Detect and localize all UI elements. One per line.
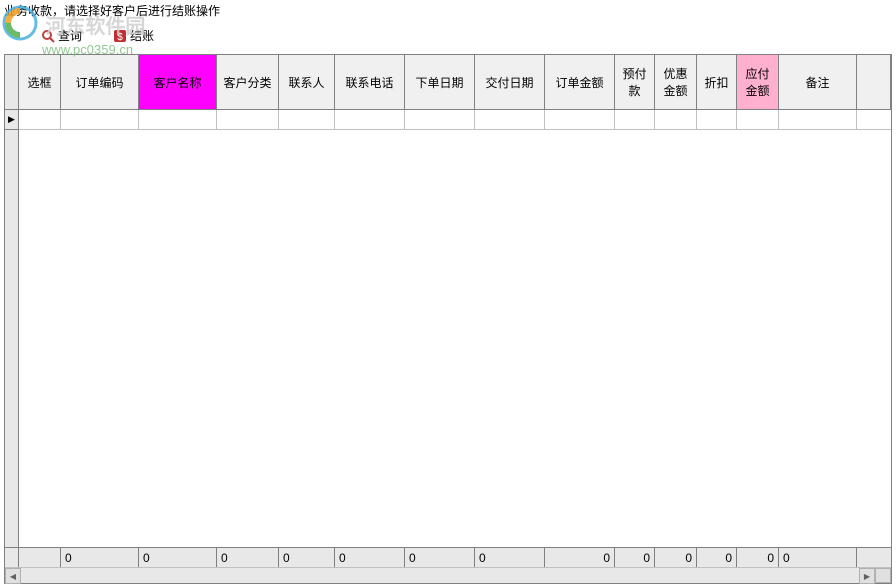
cell-phone[interactable] [335, 110, 405, 130]
footer-payable: 0 [737, 548, 779, 567]
footer-contact: 0 [279, 548, 335, 567]
col-header-customer[interactable]: 客户名称 [139, 55, 217, 109]
footer-customer: 0 [139, 548, 217, 567]
col-header-amount[interactable]: 订单金额 [545, 55, 615, 109]
col-header-discount[interactable]: 优惠金额 [655, 55, 697, 109]
footer-selector [5, 548, 19, 567]
query-button[interactable]: 查询 [40, 27, 82, 44]
cell-contact[interactable] [279, 110, 335, 130]
footer-deliverdate: 0 [475, 548, 545, 567]
checkout-button[interactable]: $ 结账 [112, 27, 154, 44]
footer-discount: 0 [655, 548, 697, 567]
row-marker[interactable]: ▶ [5, 110, 19, 130]
cell-extra [857, 110, 891, 130]
col-header-payable[interactable]: 应付金额 [737, 55, 779, 109]
query-label: 查询 [58, 27, 82, 44]
svg-text:$: $ [117, 32, 123, 43]
footer-extra [857, 548, 891, 567]
grid-footer: 0 0 0 0 0 0 0 0 0 0 0 0 0 [5, 547, 891, 567]
search-icon [40, 28, 56, 44]
cell-remark[interactable] [779, 110, 857, 130]
page-title: 业务收款，请选择好客户后进行结账操作 [0, 0, 896, 21]
col-header-rebate[interactable]: 折扣 [697, 55, 737, 109]
footer-orderno: 0 [61, 548, 139, 567]
col-header-orderdate[interactable]: 下单日期 [405, 55, 475, 109]
row-selector-header[interactable] [5, 55, 19, 109]
cell-discount[interactable] [655, 110, 697, 130]
grid-header: 选框 订单编码 客户名称 客户分类 联系人 联系电话 下单日期 交付日期 订单金… [5, 55, 891, 110]
footer-remark: 0 [779, 548, 857, 567]
col-header-prepay[interactable]: 预付款 [615, 55, 655, 109]
row-selector-empty [5, 130, 19, 547]
col-header-deliverdate[interactable]: 交付日期 [475, 55, 545, 109]
col-header-phone[interactable]: 联系电话 [335, 55, 405, 109]
footer-rebate: 0 [697, 548, 737, 567]
cell-orderdate[interactable] [405, 110, 475, 130]
footer-category: 0 [217, 548, 279, 567]
checkout-label: 结账 [130, 27, 154, 44]
footer-orderdate: 0 [405, 548, 475, 567]
cell-amount[interactable] [545, 110, 615, 130]
col-header-category[interactable]: 客户分类 [217, 55, 279, 109]
col-header-extra [857, 55, 891, 109]
cell-customer[interactable] [139, 110, 217, 130]
col-header-orderno[interactable]: 订单编码 [61, 55, 139, 109]
footer-prepay: 0 [615, 548, 655, 567]
cell-prepay[interactable] [615, 110, 655, 130]
cell-deliverdate[interactable] [475, 110, 545, 130]
scroll-right-icon[interactable]: ▶ [859, 568, 875, 584]
footer-select [19, 548, 61, 567]
footer-amount: 0 [545, 548, 615, 567]
footer-phone: 0 [335, 548, 405, 567]
toolbar: 查询 $ 结账 [0, 21, 896, 50]
money-icon: $ [112, 28, 128, 44]
cell-orderno[interactable] [61, 110, 139, 130]
cell-payable[interactable] [737, 110, 779, 130]
scroll-left-icon[interactable]: ◀ [5, 568, 21, 584]
col-header-select[interactable]: 选框 [19, 55, 61, 109]
cell-select[interactable] [19, 110, 61, 130]
scrollbar-horizontal[interactable]: ◀ ▶ [5, 567, 891, 583]
table-row[interactable]: ▶ [5, 110, 891, 130]
cell-rebate[interactable] [697, 110, 737, 130]
data-grid[interactable]: 选框 订单编码 客户名称 客户分类 联系人 联系电话 下单日期 交付日期 订单金… [4, 54, 892, 584]
grid-body[interactable]: ▶ [5, 110, 891, 547]
col-header-contact[interactable]: 联系人 [279, 55, 335, 109]
col-header-remark[interactable]: 备注 [779, 55, 857, 109]
cell-category[interactable] [217, 110, 279, 130]
